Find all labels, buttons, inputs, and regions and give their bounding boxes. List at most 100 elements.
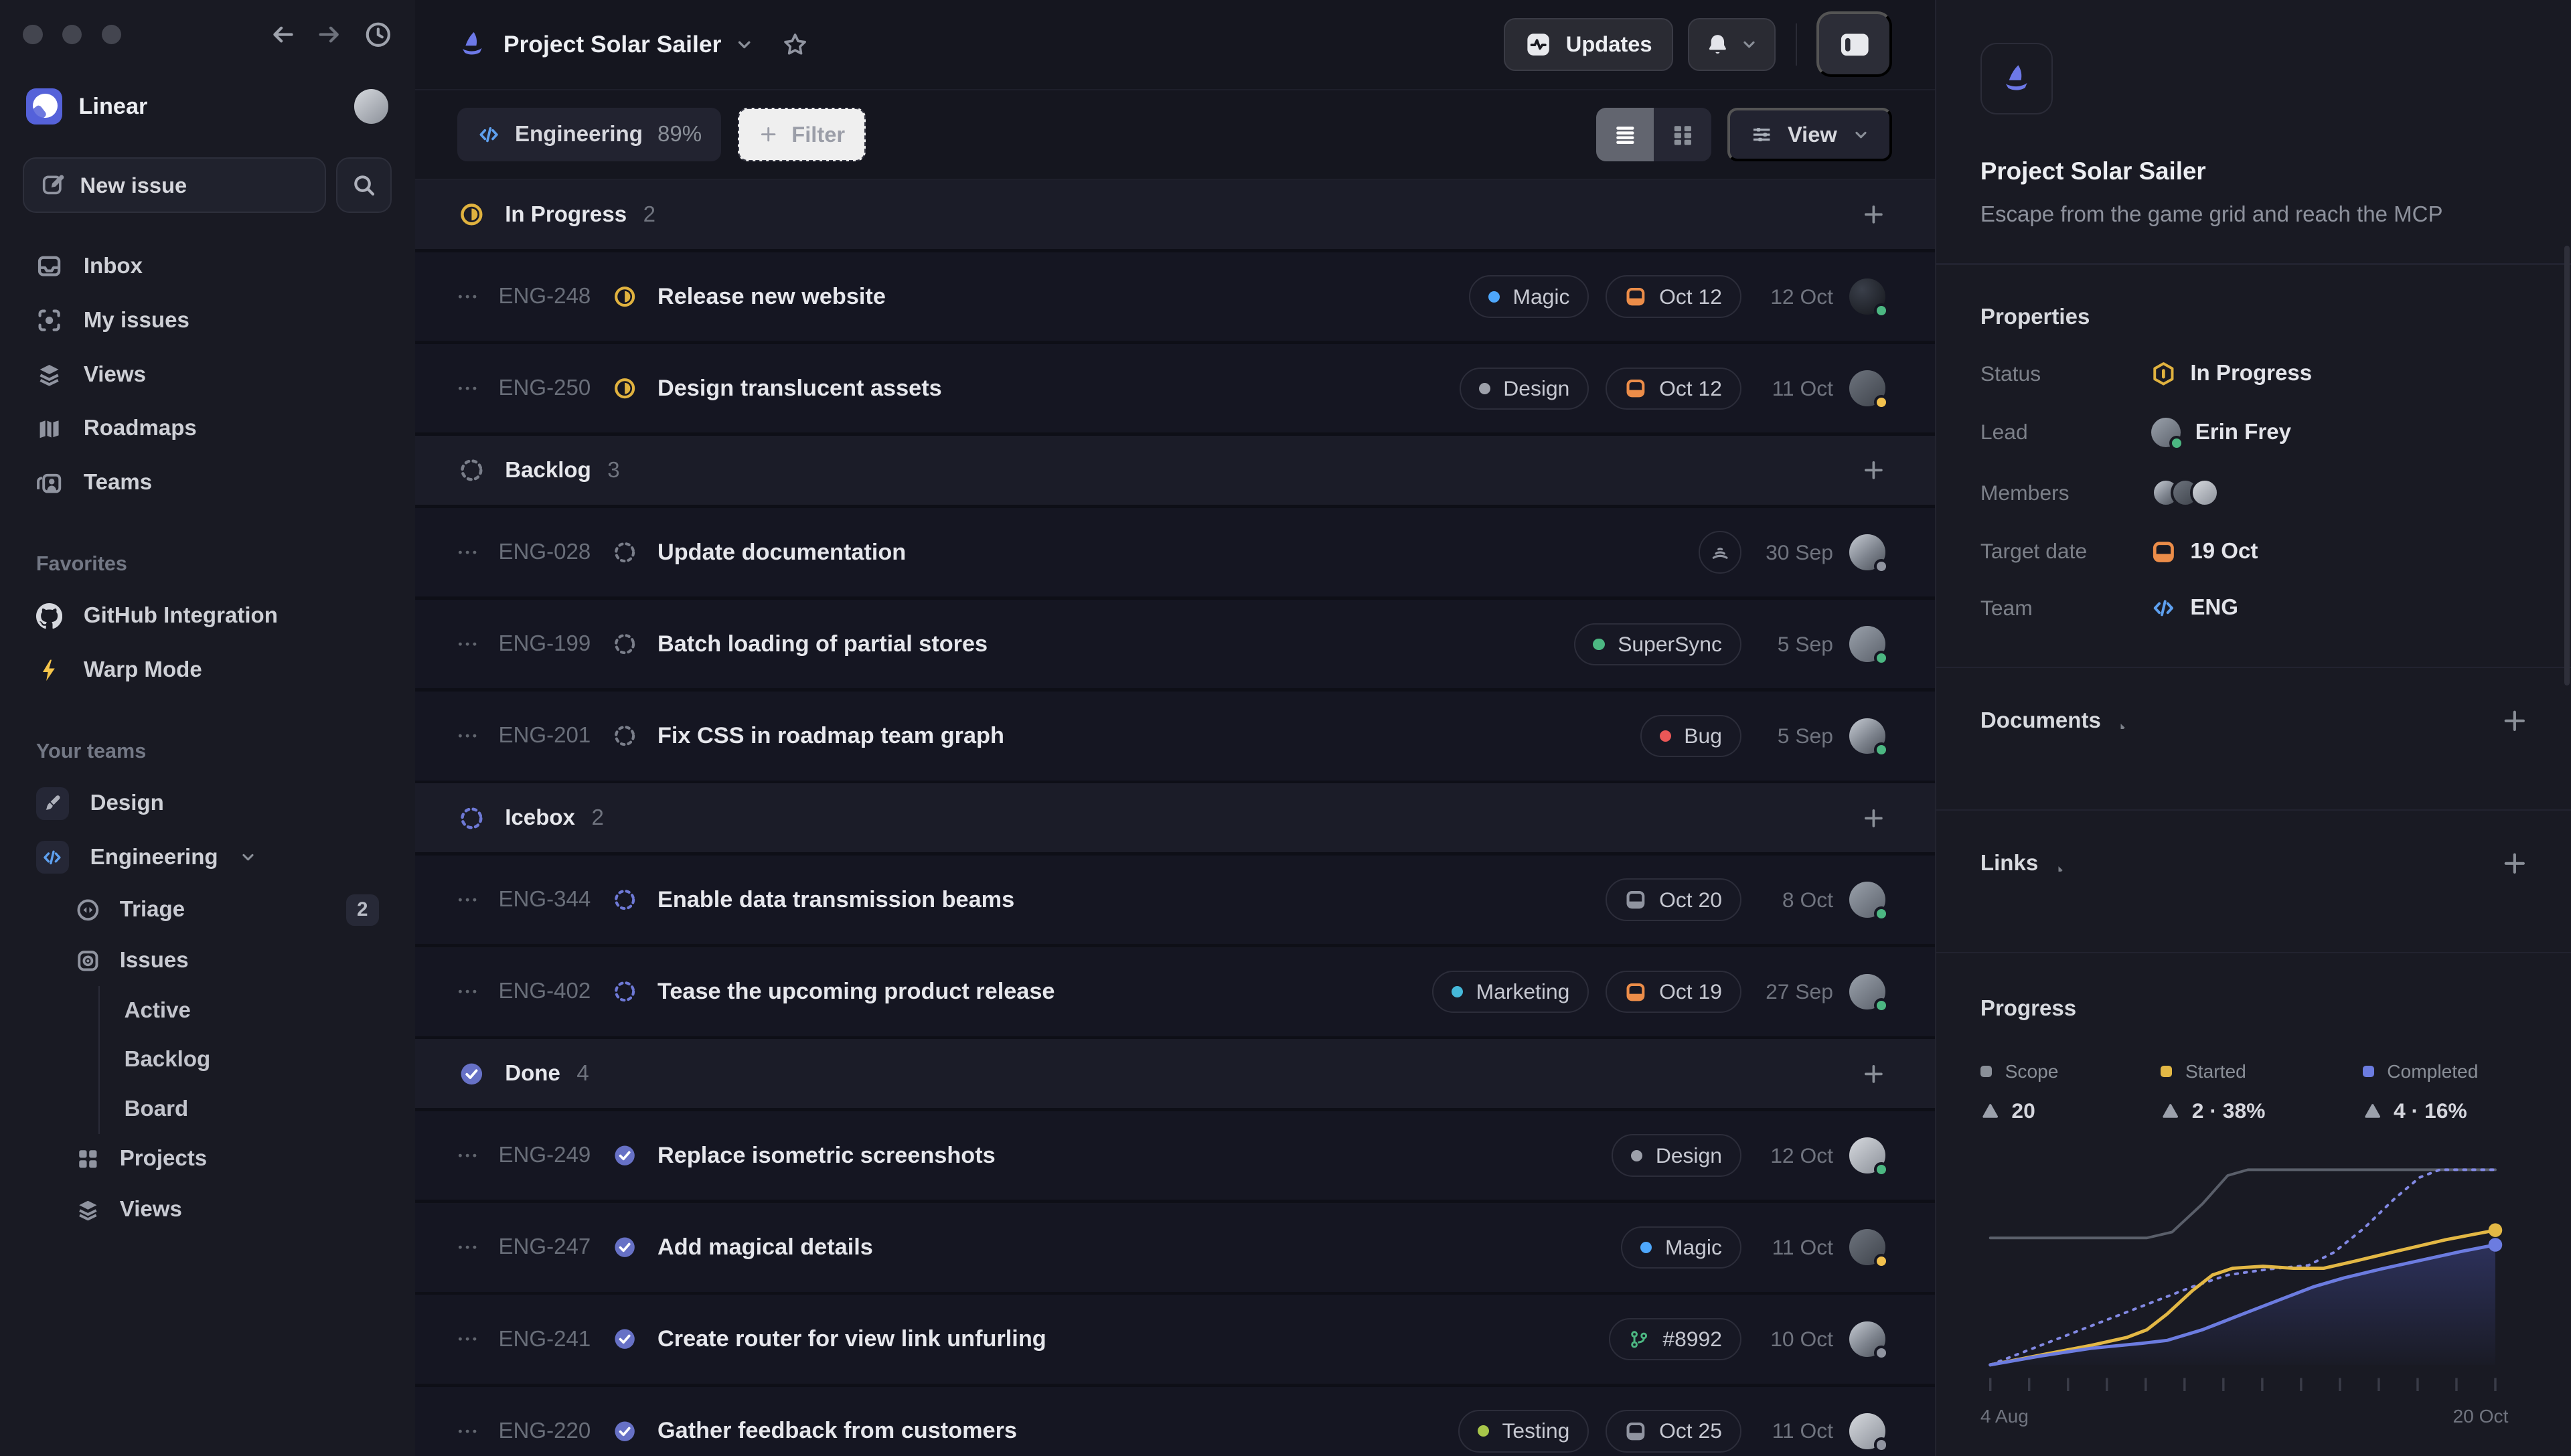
property-team[interactable]: Team ENG: [1980, 595, 2528, 621]
due-date-chip[interactable]: Oct 19: [1605, 970, 1741, 1014]
issue-row[interactable]: ENG-220 Gather feedback from customers T…: [414, 1386, 1935, 1456]
issue-row[interactable]: ENG-199 Batch loading of partial stores …: [414, 600, 1935, 689]
issue-title[interactable]: Tease the upcoming product release: [657, 979, 1055, 1005]
notifications-button[interactable]: [1687, 18, 1776, 71]
assignee-avatar[interactable]: [1849, 1412, 1889, 1453]
more-options-icon[interactable]: [456, 724, 479, 747]
more-options-icon[interactable]: [456, 1327, 479, 1350]
user-avatar[interactable]: [354, 89, 389, 124]
due-date-chip[interactable]: Oct 25: [1605, 1409, 1741, 1453]
issue-title[interactable]: Update documentation: [657, 540, 906, 566]
issue-title[interactable]: Add magical details: [657, 1234, 873, 1261]
add-document-icon[interactable]: [2501, 707, 2529, 735]
sidebar-team-engineering[interactable]: Engineering: [23, 830, 392, 884]
issue-title[interactable]: Replace isometric screenshots: [657, 1143, 996, 1169]
property-status[interactable]: Status In Progress: [1980, 361, 2528, 386]
sidebar-item-backlog[interactable]: Backlog: [125, 1036, 392, 1084]
documents-section[interactable]: Documents: [1980, 668, 2528, 773]
view-options-button[interactable]: View: [1727, 107, 1893, 162]
more-options-icon[interactable]: [456, 633, 479, 655]
assignee-avatar[interactable]: [1849, 278, 1889, 319]
sidebar-item-roadmaps[interactable]: Roadmaps: [23, 402, 392, 456]
sidebar-item-team-views[interactable]: Views: [23, 1184, 392, 1235]
issue-row[interactable]: ENG-249 Replace isometric screenshots De…: [414, 1111, 1935, 1200]
label-chip[interactable]: Design: [1459, 367, 1589, 410]
assignee-avatar[interactable]: [1849, 882, 1889, 922]
due-date-chip[interactable]: Oct 12: [1605, 367, 1741, 410]
add-issue-icon[interactable]: [1861, 1062, 1886, 1086]
back-icon[interactable]: [269, 21, 295, 48]
more-options-icon[interactable]: [456, 285, 479, 308]
label-chip[interactable]: Design: [1612, 1134, 1741, 1178]
panel-scrollbar[interactable]: [2564, 246, 2570, 685]
issue-row[interactable]: ENG-248 Release new website Magic Oct 12…: [414, 252, 1935, 341]
due-date-chip[interactable]: Oct 20: [1605, 878, 1741, 922]
assignee-avatar[interactable]: [1849, 1321, 1889, 1361]
forward-icon[interactable]: [317, 21, 343, 48]
issue-row[interactable]: ENG-028 Update documentation 30 Sep: [414, 508, 1935, 597]
issue-row[interactable]: ENG-344 Enable data transmission beams O…: [414, 856, 1935, 945]
board-view-toggle[interactable]: [1654, 107, 1711, 162]
window-dot[interactable]: [23, 24, 43, 45]
sidebar-team-design[interactable]: Design: [23, 777, 392, 831]
workspace-switcher[interactable]: Linear: [23, 69, 392, 145]
in-progress-icon[interactable]: [613, 377, 636, 400]
sidebar-item-projects[interactable]: Projects: [23, 1134, 392, 1185]
updates-button[interactable]: Updates: [1504, 18, 1673, 71]
done-icon[interactable]: [613, 1327, 636, 1350]
property-target-date[interactable]: Target date 19 Oct: [1980, 539, 2528, 564]
icebox-icon[interactable]: [613, 980, 636, 1003]
issue-title[interactable]: Gather feedback from customers: [657, 1418, 1017, 1444]
issue-row[interactable]: ENG-247 Add magical details Magic 11 Oct: [414, 1203, 1935, 1292]
favorite-star-icon[interactable]: [782, 31, 808, 58]
assignee-avatar[interactable]: [1849, 626, 1889, 666]
integration-signal-icon[interactable]: [1699, 531, 1741, 574]
team-filter-chip[interactable]: Engineering 89%: [457, 107, 722, 162]
links-section[interactable]: Links: [1980, 811, 2528, 916]
done-icon[interactable]: [613, 1144, 636, 1167]
issue-title[interactable]: Release new website: [657, 284, 886, 310]
property-members[interactable]: Members: [1980, 478, 2528, 508]
add-link-icon[interactable]: [2501, 850, 2529, 878]
chevron-down-icon[interactable]: [734, 35, 754, 54]
assignee-avatar[interactable]: [1849, 973, 1889, 1014]
issue-title[interactable]: Fix CSS in roadmap team graph: [657, 723, 1004, 749]
done-icon[interactable]: [613, 1420, 636, 1443]
backlog-icon[interactable]: [613, 541, 636, 564]
in-progress-icon[interactable]: [613, 285, 636, 308]
issue-title[interactable]: Design translucent assets: [657, 376, 942, 402]
sidebar-item-board[interactable]: Board: [125, 1084, 392, 1133]
label-chip[interactable]: SuperSync: [1573, 623, 1741, 666]
icebox-icon[interactable]: [613, 888, 636, 911]
sidebar-item-views[interactable]: Views: [23, 347, 392, 402]
label-chip[interactable]: Magic: [1468, 275, 1589, 319]
more-options-icon[interactable]: [456, 888, 479, 911]
due-date-chip[interactable]: Oct 12: [1605, 275, 1741, 319]
list-view-toggle[interactable]: [1596, 107, 1654, 162]
window-dot[interactable]: [101, 24, 122, 45]
pull-request-chip[interactable]: #8992: [1609, 1317, 1741, 1361]
issue-row[interactable]: ENG-402 Tease the upcoming product relea…: [414, 947, 1935, 1036]
assignee-avatar[interactable]: [1849, 370, 1889, 410]
project-title[interactable]: Project Solar Sailer: [503, 31, 722, 58]
window-dot[interactable]: [62, 24, 82, 45]
backlog-icon[interactable]: [613, 633, 636, 655]
backlog-icon[interactable]: [613, 724, 636, 747]
sidebar-item-triage[interactable]: Triage 2: [23, 884, 392, 935]
more-options-icon[interactable]: [456, 1420, 479, 1443]
add-issue-icon[interactable]: [1861, 202, 1886, 227]
issue-title[interactable]: Enable data transmission beams: [657, 887, 1014, 913]
label-chip[interactable]: Magic: [1621, 1226, 1741, 1269]
toggle-right-panel-button[interactable]: [1816, 11, 1893, 78]
more-options-icon[interactable]: [456, 377, 479, 400]
sidebar-item-inbox[interactable]: Inbox: [23, 239, 392, 293]
more-options-icon[interactable]: [456, 1144, 479, 1167]
assignee-avatar[interactable]: [1849, 1229, 1889, 1269]
issue-title[interactable]: Create router for view link unfurling: [657, 1326, 1046, 1352]
sidebar-item-my-issues[interactable]: My issues: [23, 293, 392, 347]
sidebar-item-issues[interactable]: Issues: [23, 935, 392, 986]
issue-title[interactable]: Batch loading of partial stores: [657, 631, 988, 657]
label-chip[interactable]: Marketing: [1431, 970, 1589, 1014]
sidebar-item-warp-mode[interactable]: Warp Mode: [23, 643, 392, 698]
add-issue-icon[interactable]: [1861, 806, 1886, 831]
